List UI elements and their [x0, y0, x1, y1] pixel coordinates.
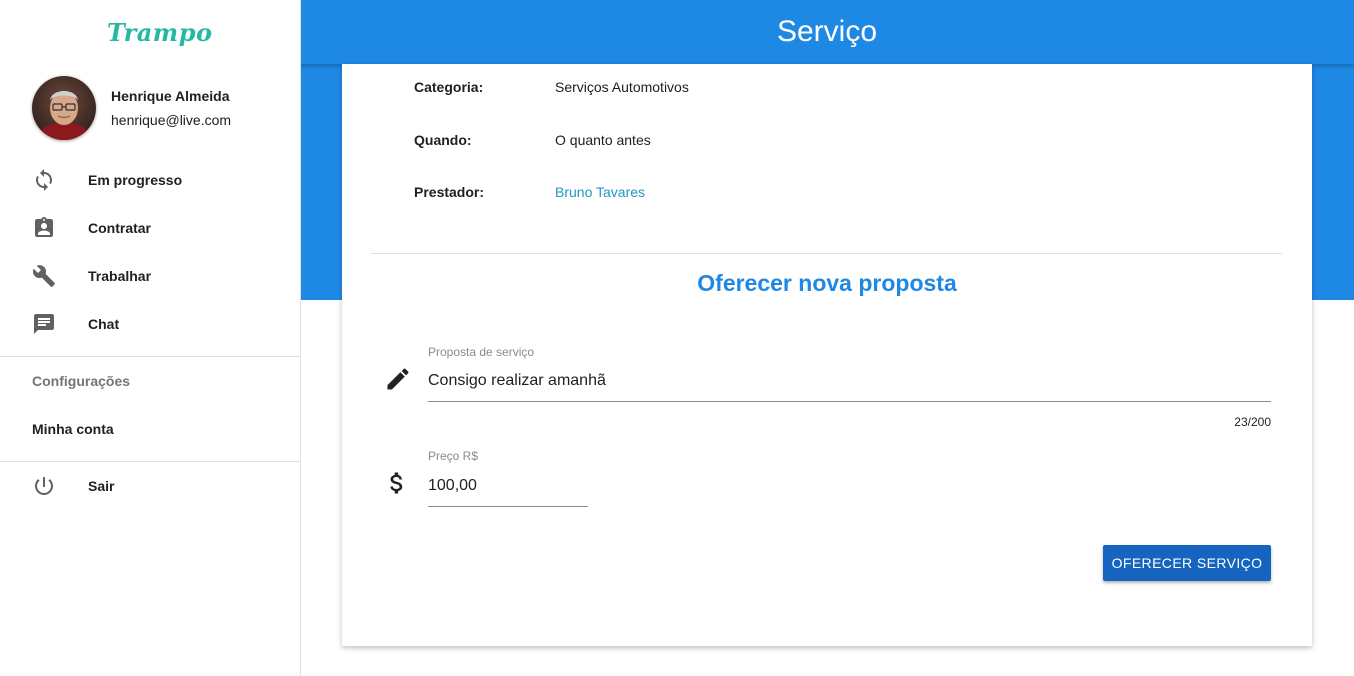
sidebar-item-label: Sair [88, 478, 115, 494]
category-value: Serviços Automotivos [555, 79, 689, 95]
description-field-label: Proposta de serviço [428, 345, 535, 359]
sidebar-item-minha-conta[interactable]: Minha conta [32, 421, 114, 437]
price-field-label: Preço R$ [428, 449, 479, 463]
provider-label: Prestador: [414, 184, 485, 200]
sidebar-item-label: Contratar [88, 220, 152, 236]
sidebar-item-label: Chat [88, 316, 120, 332]
user-email: henrique@live.com [111, 112, 232, 128]
sync-icon [36, 169, 52, 191]
when-value: O quanto antes [555, 132, 651, 148]
settings-subheader: Configurações [32, 373, 131, 389]
avatar[interactable] [32, 76, 96, 140]
chat-icon [34, 314, 54, 334]
avatar-image [32, 76, 96, 140]
sidebar-item-chat[interactable]: Chat [0, 300, 300, 348]
sidebar-item-sair[interactable]: Sair [0, 462, 300, 510]
wrench-icon [32, 265, 55, 287]
proposal-title: Oferecer nova proposta [697, 270, 957, 296]
offer-service-button[interactable]: Oferecer serviço [1103, 545, 1271, 581]
user-name: Henrique Almeida [111, 88, 230, 104]
price-input[interactable] [428, 473, 588, 507]
app-logo[interactable]: Trampo [107, 18, 213, 47]
top-app-bar: Serviço [300, 0, 1354, 64]
when-label: Quando: [414, 132, 472, 148]
power-icon [35, 477, 53, 495]
sidebar-item-em-progresso[interactable]: Em progresso [0, 156, 300, 204]
sidebar-item-contratar[interactable]: Contratar [0, 204, 300, 252]
assignment-ind-icon [35, 217, 53, 237]
service-card: Categoria: Serviços Automotivos Quando: … [342, 64, 1312, 646]
provider-link[interactable]: Bruno Tavares [555, 184, 645, 200]
page-title: Serviço [776, 15, 878, 48]
description-input[interactable] [428, 368, 1271, 402]
pencil-icon [387, 368, 409, 390]
card-divider [371, 253, 1282, 254]
character-counter: 23/200 [1234, 415, 1271, 429]
sidebar-item-label: Trabalhar [88, 268, 152, 284]
sidebar: Trampo Henrique Almeida henrique@live.co… [0, 0, 301, 676]
sidebar-item-label: Em progresso [88, 172, 183, 188]
sidebar-divider [0, 356, 300, 357]
sidebar-item-trabalhar[interactable]: Trabalhar [0, 252, 300, 300]
category-label: Categoria: [414, 79, 484, 95]
dollar-icon [390, 472, 403, 494]
